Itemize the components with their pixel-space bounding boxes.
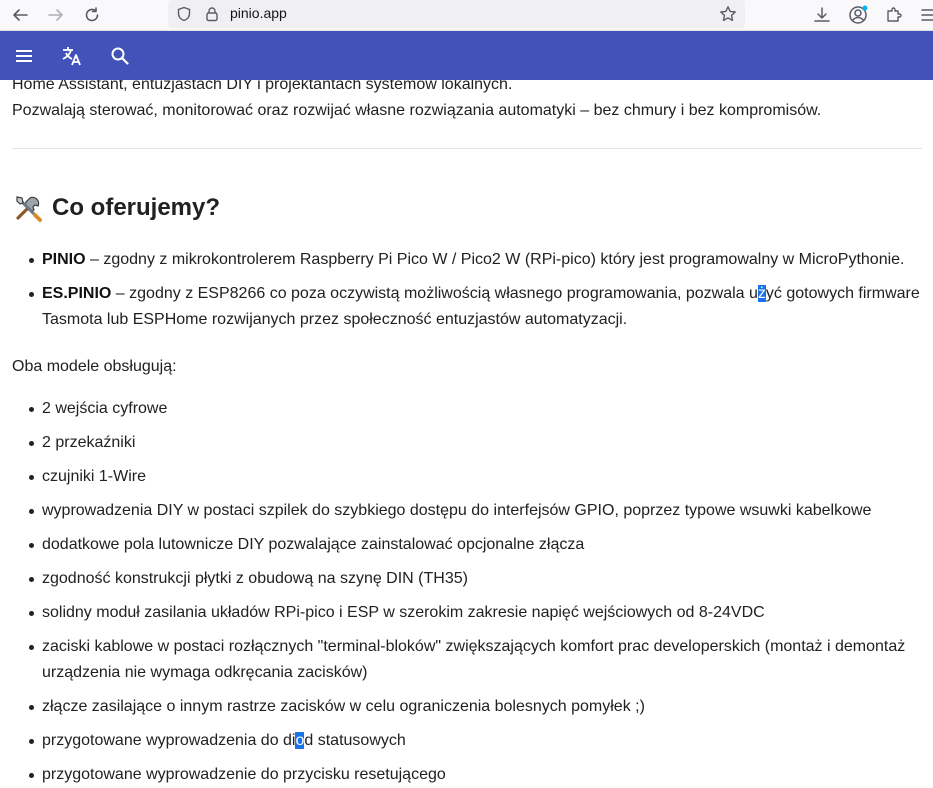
translate-icon[interactable] [59,43,85,69]
section-heading: Co oferujemy? [12,190,922,226]
feature-text-end: d statusowych [304,732,406,749]
list-item: ES.PINIO – zgodny z ESP8266 co poza oczy… [12,281,922,333]
app-header [0,31,933,80]
reload-icon[interactable] [79,2,105,28]
list-item: 2 przekaźniki [12,430,922,456]
product-name: PINIO [42,251,86,268]
intro-line-2: Pozwalają sterować, monitorować oraz roz… [12,102,822,119]
download-icon[interactable] [809,2,835,28]
section-title: Co oferujemy? [52,194,221,221]
list-item: złącze zasilające o innym rastrze zacisk… [12,694,922,720]
list-item: solidny moduł zasilania układów RPi-pico… [12,600,922,626]
star-icon[interactable] [718,4,738,24]
account-icon[interactable] [845,2,871,28]
product-description: – zgodny z ESP8266 co poza oczywistą moż… [111,285,758,302]
list-item: przygotowane wyprowadzenia do diod statu… [12,728,922,754]
extensions-icon[interactable] [881,2,907,28]
menu-icon[interactable] [915,2,933,28]
features-list: 2 wejścia cyfrowe 2 przekaźniki czujniki… [12,396,922,788]
list-item: wyprowadzenia DIY w postaci szpilek do s… [12,498,922,524]
url-text[interactable]: pinio.app [230,5,287,21]
shield-icon[interactable] [174,4,194,24]
product-description: – zgodny z mikrokontrolerem Raspberry Pi… [85,251,905,268]
list-item: dodatkowe pola lutownicze DIY pozwalając… [12,532,922,558]
list-item: przygotowane wyprowadzenie do przycisku … [12,762,922,788]
list-item: PINIO – zgodny z mikrokontrolerem Raspbe… [12,247,922,273]
url-bar[interactable]: pinio.app [168,0,745,28]
main-content: Home Assistant, entuzjastach DIY i proje… [12,72,922,788]
text-selection: ż [757,285,766,302]
lock-icon[interactable] [202,4,222,24]
back-arrow-icon[interactable] [7,2,33,28]
search-icon[interactable] [107,43,133,69]
divider [12,148,922,149]
list-item: zaciski kablowe w postaci rozłącznych "t… [12,634,922,686]
list-item: zgodność konstrukcji płytki z obudową na… [12,566,922,592]
browser-toolbar: pinio.app [0,0,933,31]
list-item: 2 wejścia cyfrowe [12,396,922,422]
features-intro: Oba modele obsługują: [12,358,177,375]
offer-list: PINIO – zgodny z mikrokontrolerem Raspbe… [12,247,922,333]
product-name: ES.PINIO [42,285,112,302]
tools-emoji-icon [12,192,44,224]
feature-text: przygotowane wyprowadzenia do di [42,732,296,749]
forward-arrow-icon[interactable] [43,2,69,28]
hamburger-menu-icon[interactable] [11,43,37,69]
list-item: czujniki 1-Wire [12,464,922,490]
